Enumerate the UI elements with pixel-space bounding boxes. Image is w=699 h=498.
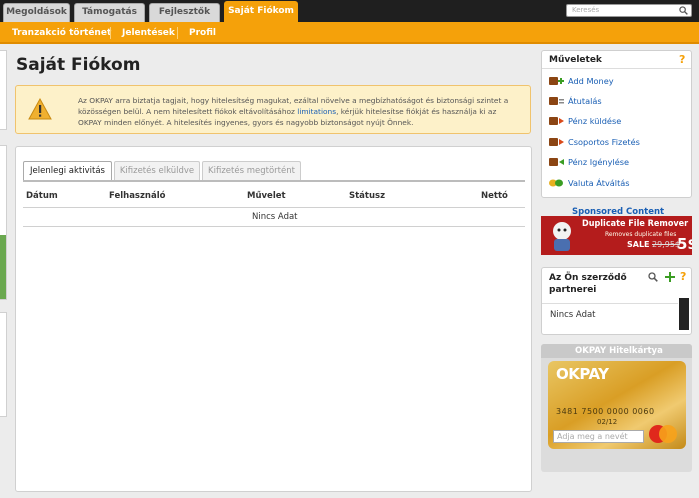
credit-card-image: OKPAY 3481 7500 0000 0060 02/12 Adja meg… — [548, 361, 686, 449]
tab-current-activity[interactable]: Jelenlegi aktivitás — [23, 161, 112, 181]
banner-title: Duplicate File Remover — [582, 219, 689, 229]
verification-alert: Az OKPAY arra biztatja tagjait, hogy hit… — [15, 85, 531, 134]
search-icon[interactable] — [679, 6, 688, 15]
add-partner-icon[interactable] — [665, 272, 675, 282]
tab-underline — [23, 180, 525, 182]
left-sidebar-accent — [0, 235, 6, 299]
card-name-input[interactable]: Adja meg a nevét — [553, 430, 644, 443]
tab-payments-completed[interactable]: Kifizetés megtörtént — [202, 161, 301, 180]
operation-label: Pénz Igénylése — [568, 157, 630, 167]
partners-scrollbar[interactable] — [679, 298, 689, 330]
tab-fejlesztok[interactable]: Fejlesztők — [149, 3, 220, 22]
column-header-status: Státusz — [349, 191, 386, 201]
banner-subtitle: Removes duplicate files — [605, 231, 677, 238]
left-sidebar-panel — [0, 50, 7, 130]
table-empty-message: Nincs Adat — [252, 212, 298, 222]
operation-label: Valuta Átváltás — [568, 178, 630, 188]
help-icon[interactable]: ? — [679, 54, 688, 65]
card-logo: OKPAY — [556, 365, 609, 383]
column-header-user: Felhasználó — [109, 191, 166, 201]
table-divider — [23, 226, 525, 227]
warning-icon — [28, 98, 52, 120]
banner-old-price: 29,95$ — [652, 240, 680, 249]
group-payment-icon — [549, 138, 564, 146]
transfer-icon — [549, 97, 564, 105]
left-sidebar-panel — [0, 312, 7, 417]
search-partners-icon[interactable] — [648, 272, 658, 282]
partners-empty-message: Nincs Adat — [550, 310, 596, 320]
search-placeholder: Keresés — [572, 6, 600, 14]
mascot-icon — [553, 222, 571, 251]
page-title: Saját Fiókom — [16, 55, 141, 75]
currency-exchange-icon — [549, 179, 563, 187]
limitations-link[interactable]: limitations — [297, 107, 336, 116]
operation-label: Add Money — [568, 76, 614, 86]
add-money-icon — [549, 77, 564, 85]
mastercard-logo-icon — [649, 425, 677, 443]
help-icon[interactable]: ? — [680, 271, 689, 282]
operation-label: Pénz küldése — [568, 116, 622, 126]
banner-sale: SALE — [627, 240, 650, 249]
column-header-date: Dátum — [26, 191, 58, 201]
request-money-icon — [549, 158, 564, 166]
card-expiry: 02/12 — [597, 418, 618, 426]
subnav-jelentesek[interactable]: Jelentések — [122, 28, 175, 38]
credit-card-title: OKPAY Hitelkártya — [575, 346, 663, 356]
operation-label: Csoportos Fizetés — [568, 137, 640, 147]
divider — [542, 68, 691, 69]
search-input[interactable]: Keresés — [566, 4, 692, 17]
tab-tamogatas[interactable]: Támogatás — [74, 3, 145, 22]
subnav-divider — [177, 27, 178, 39]
operation-label: Átutalás — [568, 96, 602, 106]
column-header-operation: Művelet — [247, 191, 286, 201]
subnav-divider — [110, 27, 111, 39]
tab-sajat-fiokom[interactable]: Saját Fiókom — [224, 1, 298, 22]
column-header-net: Nettó — [481, 191, 508, 201]
card-number: 3481 7500 0000 0060 — [556, 407, 655, 416]
table-divider — [23, 207, 525, 208]
banner-new-price: 5$ — [677, 235, 692, 253]
tab-payments-sent[interactable]: Kifizetés elküldve — [114, 161, 200, 180]
send-money-icon — [549, 117, 564, 125]
operations-title: Műveletek — [549, 55, 602, 65]
subnav-tranzakcio-tortenet[interactable]: Tranzakció történet — [12, 28, 111, 38]
sponsored-banner[interactable]: Duplicate File Remover Removes duplicate… — [541, 216, 692, 255]
sub-navigation-bar: Tranzakció történet Jelentések Profil — [0, 22, 699, 44]
tab-megoldasok[interactable]: Megoldások — [3, 3, 70, 22]
subnav-profil[interactable]: Profil — [189, 28, 216, 38]
divider — [542, 303, 678, 304]
alert-text: Az OKPAY arra biztatja tagjait, hogy hit… — [78, 95, 522, 128]
partners-title: Az Ön szerződő partnerei — [549, 273, 627, 295]
